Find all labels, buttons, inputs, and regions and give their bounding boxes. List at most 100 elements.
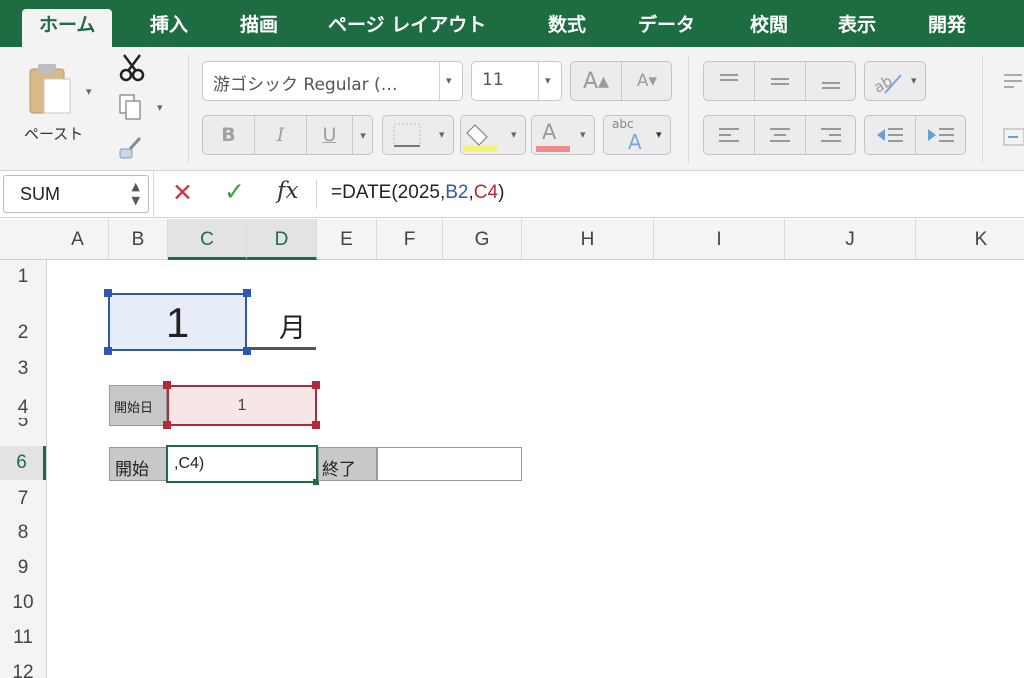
tab-insert[interactable]: 挿入 xyxy=(150,0,188,47)
fill-color-button[interactable]: ▾ xyxy=(460,115,526,155)
tab-review[interactable]: 校閲 xyxy=(750,0,788,47)
chevron-down-icon: ▾ xyxy=(545,74,551,87)
formula-input[interactable]: =DATE(2025,B2,C4) xyxy=(331,182,504,204)
underline-dropdown[interactable]: ▾ xyxy=(353,116,373,154)
column-header-a[interactable]: A xyxy=(47,219,109,260)
row-header-1[interactable]: 1 xyxy=(0,266,46,288)
font-color-button[interactable]: A ▾ xyxy=(531,115,595,155)
reference-handle[interactable] xyxy=(312,381,320,389)
decrease-indent-button[interactable] xyxy=(865,116,916,154)
column-header-c[interactable]: C xyxy=(168,219,247,260)
italic-button[interactable]: I xyxy=(255,116,307,154)
cell-e6-value: 終了 xyxy=(322,460,356,479)
cell-b6-value: 開始 xyxy=(115,460,149,479)
ribbon-toolbar: ▾ ペースト ▾ 游ゴシック Regular (… ▾ 11 ▾ A▴ A▾ B xyxy=(0,47,1024,171)
tab-home[interactable]: ホーム xyxy=(22,9,113,47)
align-left-button[interactable] xyxy=(704,116,755,154)
tab-developer[interactable]: 開発 xyxy=(928,0,966,47)
name-box[interactable]: SUM ▲ ▼ xyxy=(3,175,149,213)
name-box-spinner-icon[interactable]: ▲ ▼ xyxy=(132,180,140,208)
reference-handle[interactable] xyxy=(312,421,320,429)
increase-indent-button[interactable] xyxy=(916,116,966,154)
horizontal-align-buttons xyxy=(703,115,856,155)
cell-d2-month-label: 月 xyxy=(251,296,316,350)
tab-formulas[interactable]: 数式 xyxy=(548,0,586,47)
bold-button[interactable]: B xyxy=(203,116,255,154)
font-name-select[interactable]: 游ゴシック Regular (… ▾ xyxy=(202,61,463,101)
column-header-j[interactable]: J xyxy=(785,219,916,260)
row-header-8[interactable]: 8 xyxy=(0,522,46,544)
column-header-f[interactable]: F xyxy=(377,219,443,260)
scissors-icon[interactable] xyxy=(117,53,147,83)
column-header-g[interactable]: G xyxy=(443,219,522,260)
format-painter-icon[interactable] xyxy=(116,135,144,161)
borders-button[interactable]: ▾ xyxy=(382,115,454,155)
column-header-d[interactable]: D xyxy=(247,219,317,260)
reference-handle[interactable] xyxy=(243,289,251,297)
align-bottom-icon xyxy=(822,82,840,89)
grow-font-icon: A▴ xyxy=(582,68,610,94)
column-header-b[interactable]: B xyxy=(109,219,168,260)
paste-button[interactable]: ▾ ペースト xyxy=(14,57,98,157)
indent-buttons xyxy=(864,115,966,155)
row-header-7[interactable]: 7 xyxy=(0,488,46,510)
cell-c6-active-edit[interactable]: ,C4) xyxy=(166,445,318,483)
column-header-k[interactable]: K xyxy=(916,219,1024,260)
orientation-button[interactable]: ab ▾ xyxy=(864,61,926,101)
reference-handle[interactable] xyxy=(163,421,171,429)
font-name-value: 游ゴシック Regular (… xyxy=(213,75,398,95)
reference-handle[interactable] xyxy=(104,347,112,355)
align-center-button[interactable] xyxy=(755,116,806,154)
row-header-3[interactable]: 3 xyxy=(0,358,46,380)
underline-button[interactable]: U xyxy=(307,116,353,154)
cancel-icon[interactable]: ✕ xyxy=(172,178,193,207)
paste-label: ペースト xyxy=(24,125,84,143)
merge-cells-icon[interactable] xyxy=(1000,125,1024,149)
cell-b6-start-label[interactable]: 開始 xyxy=(109,447,167,481)
cell-c4-start-day[interactable]: 1 xyxy=(167,385,317,426)
column-header-e[interactable]: E xyxy=(317,219,377,260)
cell-b4-start-date-label[interactable]: 開始日 xyxy=(109,385,167,426)
enter-icon[interactable]: ✓ xyxy=(224,177,245,206)
decrease-font-size-button[interactable]: A▾ xyxy=(622,62,672,100)
cell-f6-end-value[interactable] xyxy=(377,447,522,481)
tab-page-layout[interactable]: ページ レイアウト xyxy=(328,0,486,47)
reference-handle[interactable] xyxy=(243,347,251,355)
row-header-12[interactable]: 12 xyxy=(0,662,46,678)
increase-font-size-button[interactable]: A▴ xyxy=(571,62,622,100)
font-size-value: 11 xyxy=(482,70,504,90)
align-top-icon xyxy=(720,74,738,81)
formula-text: ) xyxy=(498,182,505,203)
row-header-10[interactable]: 10 xyxy=(0,592,46,614)
align-bottom-button[interactable] xyxy=(806,62,856,100)
align-right-button[interactable] xyxy=(806,116,856,154)
phonetic-button[interactable]: abc A ▾ xyxy=(603,115,671,155)
cell-e6-end-label[interactable]: 終了 xyxy=(318,447,377,481)
column-header-h[interactable]: H xyxy=(522,219,654,260)
decrease-indent-icon xyxy=(877,128,903,142)
tab-draw[interactable]: 描画 xyxy=(240,0,278,47)
tab-data[interactable]: データ xyxy=(638,0,695,47)
cell-b2-month-input[interactable]: 1 xyxy=(108,293,247,351)
formula-bar: SUM ▲ ▼ ✕ ✓ fx =DATE(2025,B2,C4) xyxy=(0,171,1024,218)
row-header-6[interactable]: 6 xyxy=(0,446,46,480)
chevron-down-icon[interactable]: ▾ xyxy=(157,101,163,114)
chevron-down-icon: ▾ xyxy=(439,128,445,141)
align-middle-button[interactable] xyxy=(755,62,806,100)
align-top-button[interactable] xyxy=(704,62,755,100)
row-header-5[interactable]: 5 xyxy=(0,418,46,430)
copy-icon[interactable] xyxy=(118,93,144,121)
row-header-9[interactable]: 9 xyxy=(0,557,46,579)
formula-text: =DATE(2025, xyxy=(331,182,446,203)
reference-handle[interactable] xyxy=(163,381,171,389)
row-header-4[interactable]: 4 xyxy=(0,397,46,419)
row-header-2[interactable]: 2 xyxy=(0,322,46,344)
insert-function-icon[interactable]: fx xyxy=(277,178,298,204)
row-header-11[interactable]: 11 xyxy=(0,627,46,649)
font-size-select[interactable]: 11 ▾ xyxy=(471,61,562,101)
ribbon-tabs: ホーム 挿入 描画 ページ レイアウト 数式 データ 校閲 表示 開発 xyxy=(0,0,1024,47)
column-header-i[interactable]: I xyxy=(654,219,785,260)
tab-view[interactable]: 表示 xyxy=(838,0,876,47)
reference-handle[interactable] xyxy=(104,289,112,297)
wrap-text-icon[interactable] xyxy=(1000,69,1024,93)
